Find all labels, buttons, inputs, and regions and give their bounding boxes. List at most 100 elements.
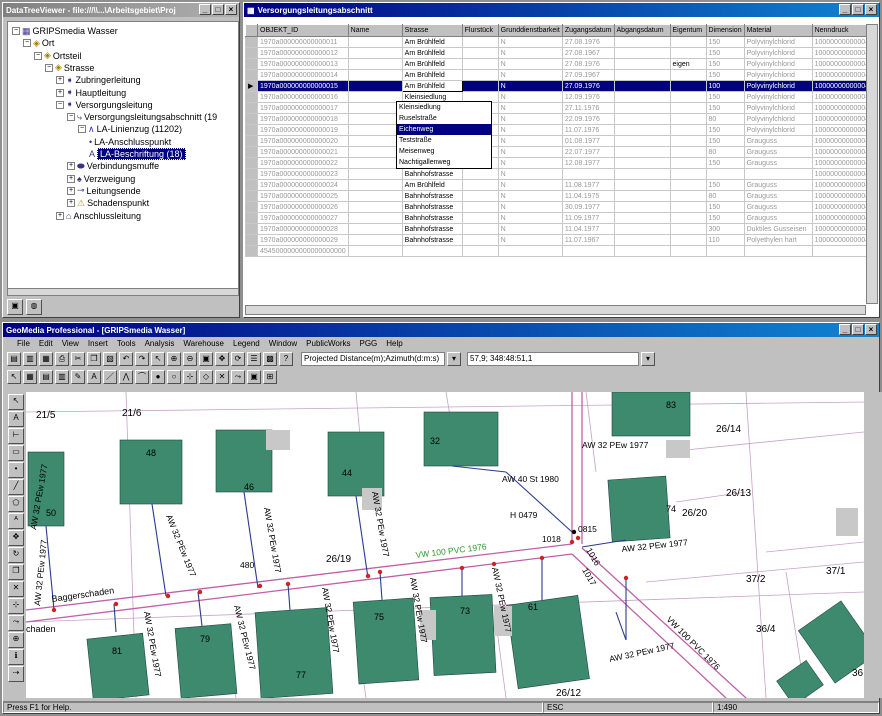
table-cell[interactable]: Grauguss	[743, 212, 813, 224]
table-cell[interactable]: 27.09.1976	[561, 80, 615, 92]
table-cell[interactable]	[461, 58, 499, 70]
tree-hscroll[interactable]	[7, 288, 239, 296]
area-icon[interactable]: ▭	[8, 445, 24, 461]
table-cell[interactable]: 1970a000000000000016	[257, 91, 349, 103]
table-cell[interactable]	[669, 179, 707, 191]
row-header[interactable]	[245, 212, 258, 224]
tree-node[interactable]: − ▦ GRIPSmedia Wasser	[12, 25, 118, 37]
table-cell[interactable]: 01.08.1977	[561, 135, 615, 147]
map-window-icon[interactable]: ▦	[23, 370, 37, 384]
menu-file[interactable]: File	[17, 339, 30, 348]
table-cell[interactable]	[613, 190, 671, 202]
tree-node[interactable]: − ∧ LA-Linienzug (11202)	[78, 123, 182, 135]
table-cell[interactable]: 10000000000004	[811, 168, 873, 180]
table-cell[interactable]: 1970a000000000000019	[257, 124, 349, 136]
table-cell[interactable]: Grauguss	[743, 201, 813, 213]
column-header[interactable]: OBJEKT_ID	[257, 24, 349, 37]
tree-node[interactable]: + ♠ Verzweigung	[67, 173, 135, 185]
tree-node[interactable]: + ⊸ Leitungsende	[67, 185, 141, 197]
table-cell[interactable]: 22.09.1976	[561, 113, 615, 125]
point-icon[interactable]: •	[8, 462, 24, 478]
table-cell[interactable]: 80	[705, 190, 745, 202]
expand-icon[interactable]: +	[56, 76, 64, 85]
column-header[interactable]: Nenndruck	[811, 24, 873, 37]
table-row[interactable]: 1970a000000000000013 Am Brühlfeld N 27.08.1…	[245, 58, 873, 70]
split-icon[interactable]: ✕	[215, 370, 229, 384]
table-cell[interactable]: 10000000000004	[811, 36, 873, 48]
table-cell[interactable]: 110	[705, 234, 745, 246]
row-header[interactable]	[245, 124, 258, 136]
table-cell[interactable]	[613, 135, 671, 147]
dropdown-option[interactable]: Eichenweg	[397, 124, 491, 135]
table-cell[interactable]: 150	[705, 124, 745, 136]
table-cell[interactable]: N	[497, 234, 563, 246]
table-cell[interactable]: Am Brühlfeld	[401, 47, 463, 59]
expand-icon[interactable]: +	[67, 186, 75, 195]
row-header[interactable]	[245, 245, 258, 257]
menu-tools[interactable]: Tools	[117, 339, 136, 348]
pipe-node[interactable]	[575, 535, 581, 541]
table-row[interactable]: 1970a000000000000022 N 12.08.1977 150 Graugu…	[245, 157, 873, 169]
open-icon[interactable]: ▥	[23, 352, 37, 366]
table-cell[interactable]: 80	[705, 146, 745, 158]
expand-icon[interactable]: +	[67, 199, 75, 208]
table-cell[interactable]	[669, 69, 707, 81]
table-cell[interactable]: 27.09.1967	[561, 69, 615, 81]
table-cell[interactable]	[561, 245, 615, 257]
table-cell[interactable]: 150	[705, 212, 745, 224]
table-row[interactable]: 1970a000000000000029 Bahnhofstrasse N 11.07…	[245, 234, 873, 246]
table-cell[interactable]: 27.11.1976	[561, 102, 615, 114]
geomedia-titlebar[interactable]: GeoMedia Professional - [GRIPSmedia Wass…	[3, 323, 879, 337]
row-header[interactable]	[245, 135, 258, 147]
copy-icon[interactable]: ❐	[8, 564, 24, 580]
table-window-titlebar[interactable]: ▦ Versorgungsleitungsabschnitt _ □ ×	[244, 3, 879, 17]
table-cell[interactable]: Duktiles Gusseisen	[743, 223, 813, 235]
table-cell[interactable]: 4545000000000000000000	[257, 245, 349, 257]
collapse-icon[interactable]: −	[78, 125, 86, 134]
table-cell[interactable]: 10000000000004	[811, 157, 873, 169]
table-cell[interactable]: Polyvinylchlorid	[743, 124, 813, 136]
row-header[interactable]	[245, 36, 258, 48]
table-cell[interactable]: N	[497, 124, 563, 136]
new-icon[interactable]: ▤	[7, 352, 21, 366]
row-header[interactable]	[245, 102, 258, 114]
table-cell[interactable]	[461, 47, 499, 59]
map-canvas[interactable]: 21/5 21/6 26/14 26/13 26/20 26/19 37/2 37/1 36/4…	[26, 392, 864, 698]
table-cell[interactable]	[669, 124, 707, 136]
pipe-node[interactable]	[51, 607, 57, 613]
table-cell[interactable]: 11.04.1975	[561, 190, 615, 202]
expand-icon[interactable]: +	[67, 174, 75, 183]
table-row[interactable]: 1970a000000000000027 Bahnhofstrasse N 11.09…	[245, 212, 873, 224]
table-cell[interactable]: 10000000000004	[811, 91, 873, 103]
table-row[interactable]: 1970a000000000000012 Am Brühlfeld N 27.08.1…	[245, 47, 873, 59]
table-cell[interactable]: 1970a000000000000017	[257, 102, 349, 114]
insert-point-icon[interactable]: ●	[151, 370, 165, 384]
table-cell[interactable]	[613, 36, 671, 48]
table-cell[interactable]	[461, 234, 499, 246]
pipe-node[interactable]	[571, 529, 577, 535]
table-cell[interactable]: Bahnhofstrasse	[401, 190, 463, 202]
collapse-icon[interactable]: −	[23, 39, 31, 48]
table-cell[interactable]: Am Brühlfeld	[401, 179, 463, 191]
table-cell[interactable]	[347, 168, 403, 180]
line-icon[interactable]: ╱	[8, 479, 24, 495]
tree-node[interactable]: + ⬬ Verbindungsmuffe	[67, 160, 159, 172]
close-button[interactable]: ×	[865, 324, 877, 335]
table-cell[interactable]: 11.04.1977	[561, 223, 615, 235]
column-header[interactable]: Zugangsdatum	[561, 24, 615, 37]
table-cell[interactable]	[347, 190, 403, 202]
table-cell[interactable]	[669, 47, 707, 59]
tree-node[interactable]: − ◈ Strasse	[45, 62, 94, 74]
pipe-node[interactable]	[257, 583, 263, 589]
table-cell[interactable]	[669, 190, 707, 202]
insert-arc-icon[interactable]: ⌒	[135, 370, 149, 384]
polygon-icon[interactable]: ⬠	[8, 496, 24, 512]
close-button[interactable]: ×	[225, 4, 237, 15]
arrow-select-icon[interactable]: ↖	[7, 370, 21, 384]
menu-window[interactable]: Window	[269, 339, 297, 348]
chevron-down-icon[interactable]: ▾	[447, 352, 461, 366]
print-icon[interactable]: ⎙	[55, 352, 69, 366]
pipe-node[interactable]	[623, 575, 629, 581]
table-cell[interactable]: 1970a000000000000015	[257, 80, 349, 92]
minimize-button[interactable]: _	[839, 324, 851, 335]
